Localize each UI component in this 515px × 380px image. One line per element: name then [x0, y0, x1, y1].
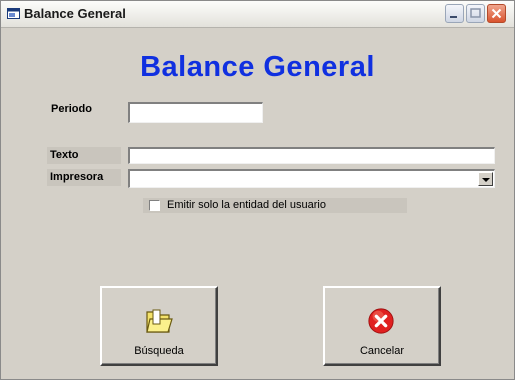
periodo-label: Periodo — [51, 103, 92, 115]
impresora-label-text: Impresora — [50, 171, 104, 183]
entidad-checkbox[interactable] — [149, 200, 160, 211]
balance-general-window: Balance General Balance General Periodo … — [0, 0, 515, 380]
cancel-x-icon — [368, 308, 394, 334]
title-bar[interactable]: Balance General — [1, 1, 514, 28]
minimize-button[interactable] — [445, 4, 464, 23]
close-button[interactable] — [487, 4, 506, 23]
impresora-select[interactable] — [128, 169, 495, 188]
texto-label: Texto — [47, 147, 121, 164]
search-button-label: Búsqueda — [134, 345, 184, 357]
maximize-button[interactable] — [466, 4, 485, 23]
cancel-button-label: Cancelar — [359, 345, 405, 357]
window-app-icon — [7, 8, 20, 19]
impresora-label: Impresora — [47, 169, 121, 186]
entidad-checkbox-label[interactable]: Emitir solo la entidad del usuario — [167, 199, 326, 211]
search-folder-icon — [146, 309, 173, 333]
periodo-field[interactable] — [128, 102, 263, 123]
texto-label-text: Texto — [50, 149, 79, 161]
maximize-icon — [470, 8, 481, 18]
close-icon — [491, 8, 502, 19]
dropdown-arrow-icon[interactable] — [478, 172, 493, 186]
search-button[interactable]: Búsqueda — [100, 286, 218, 366]
texto-field[interactable] — [128, 147, 495, 164]
entidad-checkbox-row[interactable]: Emitir solo la entidad del usuario — [143, 198, 407, 213]
window-title: Balance General — [24, 6, 126, 21]
form-heading: Balance General — [140, 51, 375, 83]
cancel-button[interactable]: Cancelar — [323, 286, 441, 366]
minimize-icon — [450, 16, 457, 18]
